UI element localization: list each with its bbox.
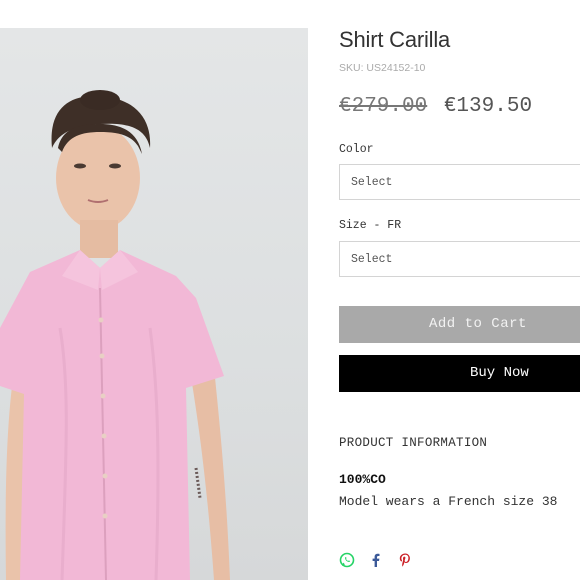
buy-now-label: Buy Now	[470, 365, 529, 381]
model-size-note: Model wears a French size 38	[339, 494, 558, 509]
old-price: €279.00	[339, 95, 428, 118]
product-title: Shirt Carilla	[339, 27, 451, 52]
product-sku: SKU: US24152-10	[339, 62, 426, 74]
color-label: Color	[339, 143, 374, 156]
price-block: €279.00 €139.50	[339, 95, 532, 118]
product-photo[interactable]	[0, 28, 308, 580]
size-label: Size - FR	[339, 219, 402, 232]
buy-now-button[interactable]: Buy Now	[339, 355, 580, 392]
model-photo-illustration	[0, 90, 230, 580]
product-information-heading: PRODUCT INFORMATION	[339, 436, 488, 450]
add-to-cart-label: Add to Cart	[429, 316, 527, 332]
size-select[interactable]: Select	[339, 241, 580, 277]
facebook-icon[interactable]	[368, 552, 384, 568]
add-to-cart-button[interactable]: Add to Cart	[339, 306, 580, 343]
pinterest-icon[interactable]	[397, 552, 413, 568]
color-select[interactable]: Select	[339, 164, 580, 200]
product-details: Shirt Carilla SKU: US24152-10 €279.00 €1…	[339, 0, 580, 580]
whatsapp-icon[interactable]	[339, 552, 355, 568]
color-select-value: Select	[351, 176, 393, 189]
sale-price: €139.50	[443, 95, 533, 118]
material-composition: 100%CO	[339, 472, 386, 487]
size-select-value: Select	[351, 253, 393, 266]
